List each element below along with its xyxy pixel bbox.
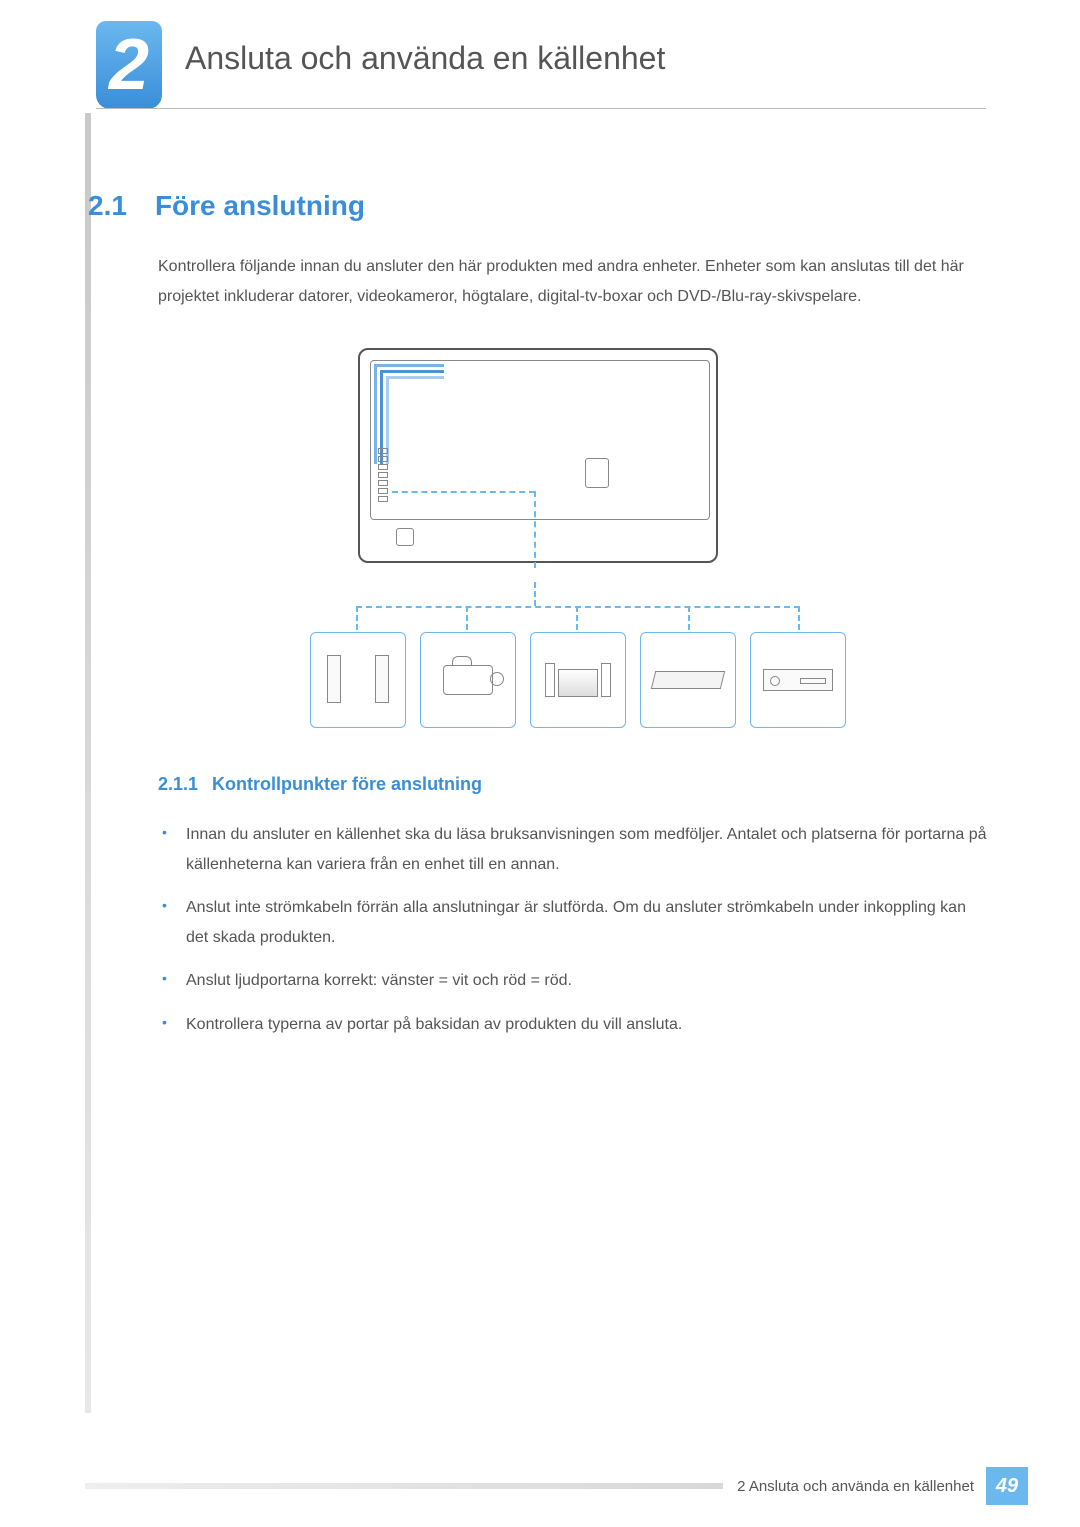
chapter-title: Ansluta och använda en källenhet bbox=[185, 40, 665, 77]
port-small-icon bbox=[396, 528, 414, 546]
footer-text: 2 Ansluta och använda en källenhet bbox=[737, 1478, 974, 1495]
connector-line bbox=[392, 491, 535, 493]
title-rule bbox=[96, 108, 986, 109]
device-camcorder-icon bbox=[420, 632, 516, 728]
device-row bbox=[308, 632, 848, 728]
chapter-number: 2 bbox=[109, 24, 149, 106]
connector-line bbox=[688, 606, 690, 630]
side-accent-bar bbox=[85, 113, 91, 1413]
section-heading: 2.1 Före anslutning bbox=[88, 190, 365, 222]
connector-line bbox=[356, 606, 800, 608]
list-item: Anslut ljudportarna korrekt: vänster = v… bbox=[158, 966, 988, 996]
connector-line bbox=[534, 491, 536, 568]
connector-line bbox=[798, 606, 800, 630]
page-number-badge: 49 bbox=[986, 1467, 1028, 1505]
list-item: Anslut inte strömkabeln förrän alla ansl… bbox=[158, 893, 988, 952]
connector-line bbox=[534, 582, 536, 606]
device-stereo-icon bbox=[530, 632, 626, 728]
port-mid-icon bbox=[585, 458, 609, 488]
tv-back-panel-icon bbox=[358, 348, 718, 563]
connector-line bbox=[576, 606, 578, 630]
list-item: Kontrollera typerna av portar på baksida… bbox=[158, 1010, 988, 1040]
section-title: Före anslutning bbox=[155, 190, 365, 221]
subsection-number: 2.1.1 bbox=[158, 774, 198, 794]
connector-line bbox=[466, 606, 468, 630]
list-item: Innan du ansluter en källenhet ska du lä… bbox=[158, 820, 988, 879]
intro-paragraph: Kontrollera följande innan du ansluter d… bbox=[158, 252, 988, 313]
subsection-title: Kontrollpunkter före anslutning bbox=[212, 774, 482, 794]
port-column-icon bbox=[378, 448, 392, 514]
device-player-icon bbox=[750, 632, 846, 728]
page: 2 Ansluta och använda en källenhet 2.1 Fö… bbox=[0, 0, 1080, 1527]
footer: 2 Ansluta och använda en källenhet 49 bbox=[85, 1467, 1028, 1505]
connector-line bbox=[356, 606, 358, 630]
device-speakers-icon bbox=[310, 632, 406, 728]
subsection-heading: 2.1.1 Kontrollpunkter före anslutning bbox=[158, 774, 482, 795]
footer-rule bbox=[85, 1483, 723, 1489]
section-number: 2.1 bbox=[88, 190, 127, 221]
checklist: Innan du ansluter en källenhet ska du lä… bbox=[158, 820, 988, 1054]
page-number: 49 bbox=[996, 1475, 1018, 1498]
chapter-badge: 2 bbox=[96, 21, 162, 109]
device-settop-icon bbox=[640, 632, 736, 728]
connection-diagram bbox=[308, 348, 848, 748]
